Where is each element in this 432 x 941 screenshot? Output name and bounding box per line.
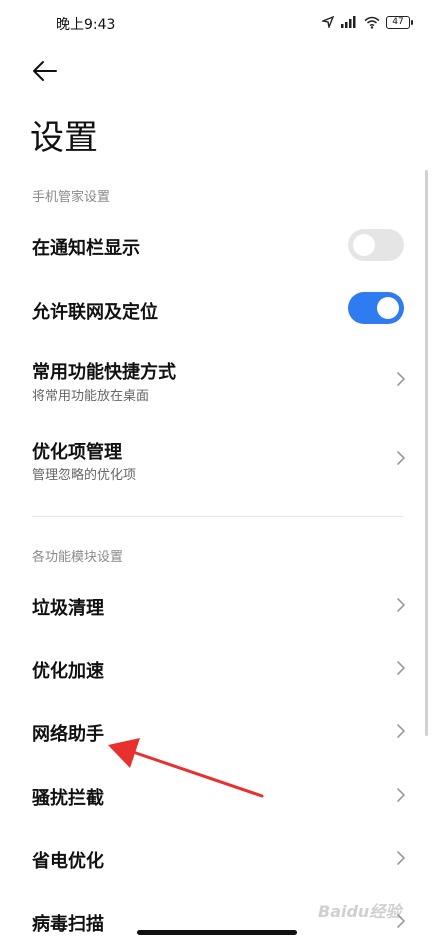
row-network-assistant[interactable]: 网络助手 <box>0 708 432 756</box>
notify-toggle[interactable] <box>348 229 404 261</box>
chevron-right-icon <box>397 372 406 386</box>
row-label: 垃圾清理 <box>32 598 104 619</box>
status-time: 晚上9:43 <box>56 17 116 33</box>
toggle-knob <box>353 234 375 256</box>
row-label: 省电优化 <box>32 851 104 872</box>
chevron-right-icon <box>397 788 406 802</box>
row-label: 在通知栏显示 <box>32 238 140 259</box>
signal-icon <box>341 16 356 28</box>
row-optimize-items[interactable]: 优化项管理 管理忽略的优化项 <box>0 428 432 488</box>
home-indicator[interactable] <box>137 930 297 935</box>
row-label: 常用功能快捷方式 <box>32 362 176 383</box>
chevron-right-icon <box>397 598 406 612</box>
back-button[interactable] <box>30 56 60 86</box>
row-subtitle: 将常用功能放在桌面 <box>32 389 150 404</box>
page-title: 设置 <box>30 118 98 158</box>
status-icons: 47 <box>322 12 413 32</box>
chevron-right-icon <box>397 661 406 675</box>
row-cleanup[interactable]: 垃圾清理 <box>0 582 432 630</box>
row-network-location[interactable]: 允许联网及定位 <box>0 286 432 334</box>
row-subtitle: 管理忽略的优化项 <box>32 468 137 483</box>
battery-icon: 47 <box>386 15 413 29</box>
watermark: Baidu经验 <box>318 902 402 921</box>
row-label: 病毒扫描 <box>32 914 104 935</box>
row-label: 骚扰拦截 <box>32 788 104 809</box>
row-shortcut[interactable]: 常用功能快捷方式 将常用功能放在桌面 <box>0 350 432 410</box>
row-label: 网络助手 <box>32 724 104 745</box>
row-label: 优化加速 <box>32 661 104 682</box>
wifi-icon <box>364 16 380 29</box>
row-label: 优化项管理 <box>32 442 122 463</box>
row-speedup[interactable]: 优化加速 <box>0 645 432 693</box>
row-notify[interactable]: 在通知栏显示 <box>0 222 432 270</box>
chevron-right-icon <box>397 724 406 738</box>
location-icon <box>322 16 334 28</box>
section-header-modules: 各功能模块设置 <box>32 550 124 565</box>
back-arrow-icon <box>33 61 57 81</box>
divider <box>32 516 404 517</box>
status-bar: 晚上9:43 47 <box>0 0 432 44</box>
toggle-knob <box>377 297 399 319</box>
chevron-right-icon <box>397 851 406 865</box>
row-label: 允许联网及定位 <box>32 302 158 323</box>
network-location-toggle[interactable] <box>348 292 404 324</box>
chevron-right-icon <box>397 451 406 465</box>
row-power[interactable]: 省电优化 <box>0 835 432 883</box>
row-block[interactable]: 骚扰拦截 <box>0 772 432 820</box>
section-header-phone-manager: 手机管家设置 <box>32 190 111 205</box>
